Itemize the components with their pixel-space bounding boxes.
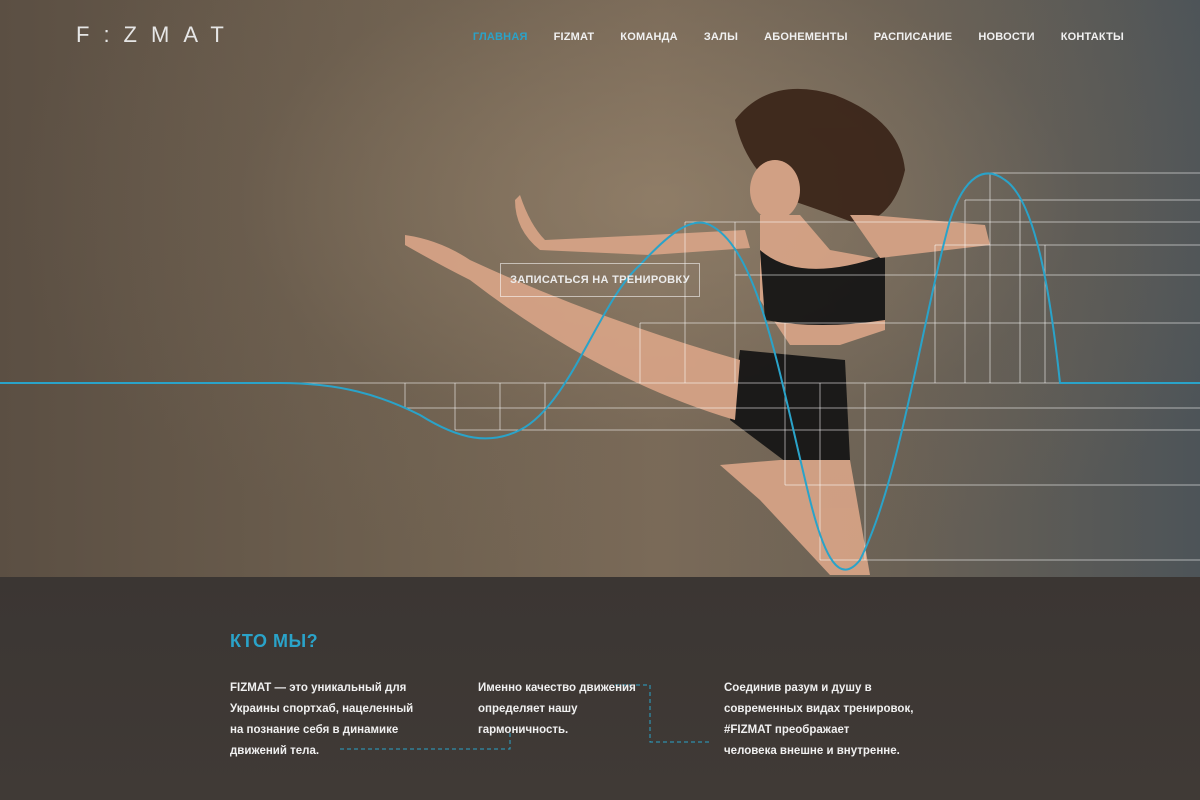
about-text-line: FIZMAT — это уникальный для: [230, 682, 407, 694]
signup-button[interactable]: ЗАПИСАТЬСЯ НА ТРЕНИРОВКУ: [500, 263, 700, 297]
about-column-3: Соединив разум и душу в современных вида…: [724, 678, 913, 762]
about-text-line: Соединив разум и душу в: [724, 682, 872, 694]
nav-item-contacts[interactable]: КОНТАКТЫ: [1061, 31, 1124, 43]
nav-item-fizmat[interactable]: FIZMAT: [554, 31, 595, 43]
about-text-line: современных видах тренировок,: [724, 703, 914, 715]
about-column-1: FIZMAT — это уникальный для Украины спор…: [230, 678, 413, 762]
logo[interactable]: F:ZMAT: [76, 22, 238, 48]
nav-item-home[interactable]: ГЛАВНАЯ: [473, 31, 528, 43]
about-text-line: Именно качество движения: [478, 682, 636, 694]
about-text-line: движений тела.: [230, 745, 320, 757]
dancer-figure: [405, 88, 990, 575]
nav-item-halls[interactable]: ЗАЛЫ: [704, 31, 738, 43]
main-nav: ГЛАВНАЯ FIZMAT КОМАНДА ЗАЛЫ АБОНЕМЕНТЫ Р…: [473, 31, 1124, 43]
hero-section: F:ZMAT ГЛАВНАЯ FIZMAT КОМАНДА ЗАЛЫ АБОНЕ…: [0, 0, 1200, 577]
about-text-line: гармоничность.: [478, 724, 569, 736]
nav-item-schedule[interactable]: РАСПИСАНИЕ: [874, 31, 953, 43]
about-text-line: Украины спортхаб, нацеленный: [230, 703, 414, 715]
nav-item-team[interactable]: КОМАНДА: [620, 31, 678, 43]
about-text-line: человека внешне и внутренне.: [724, 745, 900, 757]
about-text-line: на познание себя в динамике: [230, 724, 399, 736]
nav-item-memberships[interactable]: АБОНЕМЕНТЫ: [764, 31, 848, 43]
about-text-line: определяет нашу: [478, 703, 578, 715]
about-text-line: #FIZMAT преображает: [724, 724, 850, 736]
grid-lines: [0, 172, 1200, 561]
about-section: КТО МЫ? FIZMAT — это уникальный для Укра…: [0, 577, 1200, 800]
section-title: КТО МЫ?: [230, 631, 319, 651]
nav-item-news[interactable]: НОВОСТИ: [978, 31, 1034, 43]
about-column-2: Именно качество движения определяет нашу…: [478, 678, 636, 741]
